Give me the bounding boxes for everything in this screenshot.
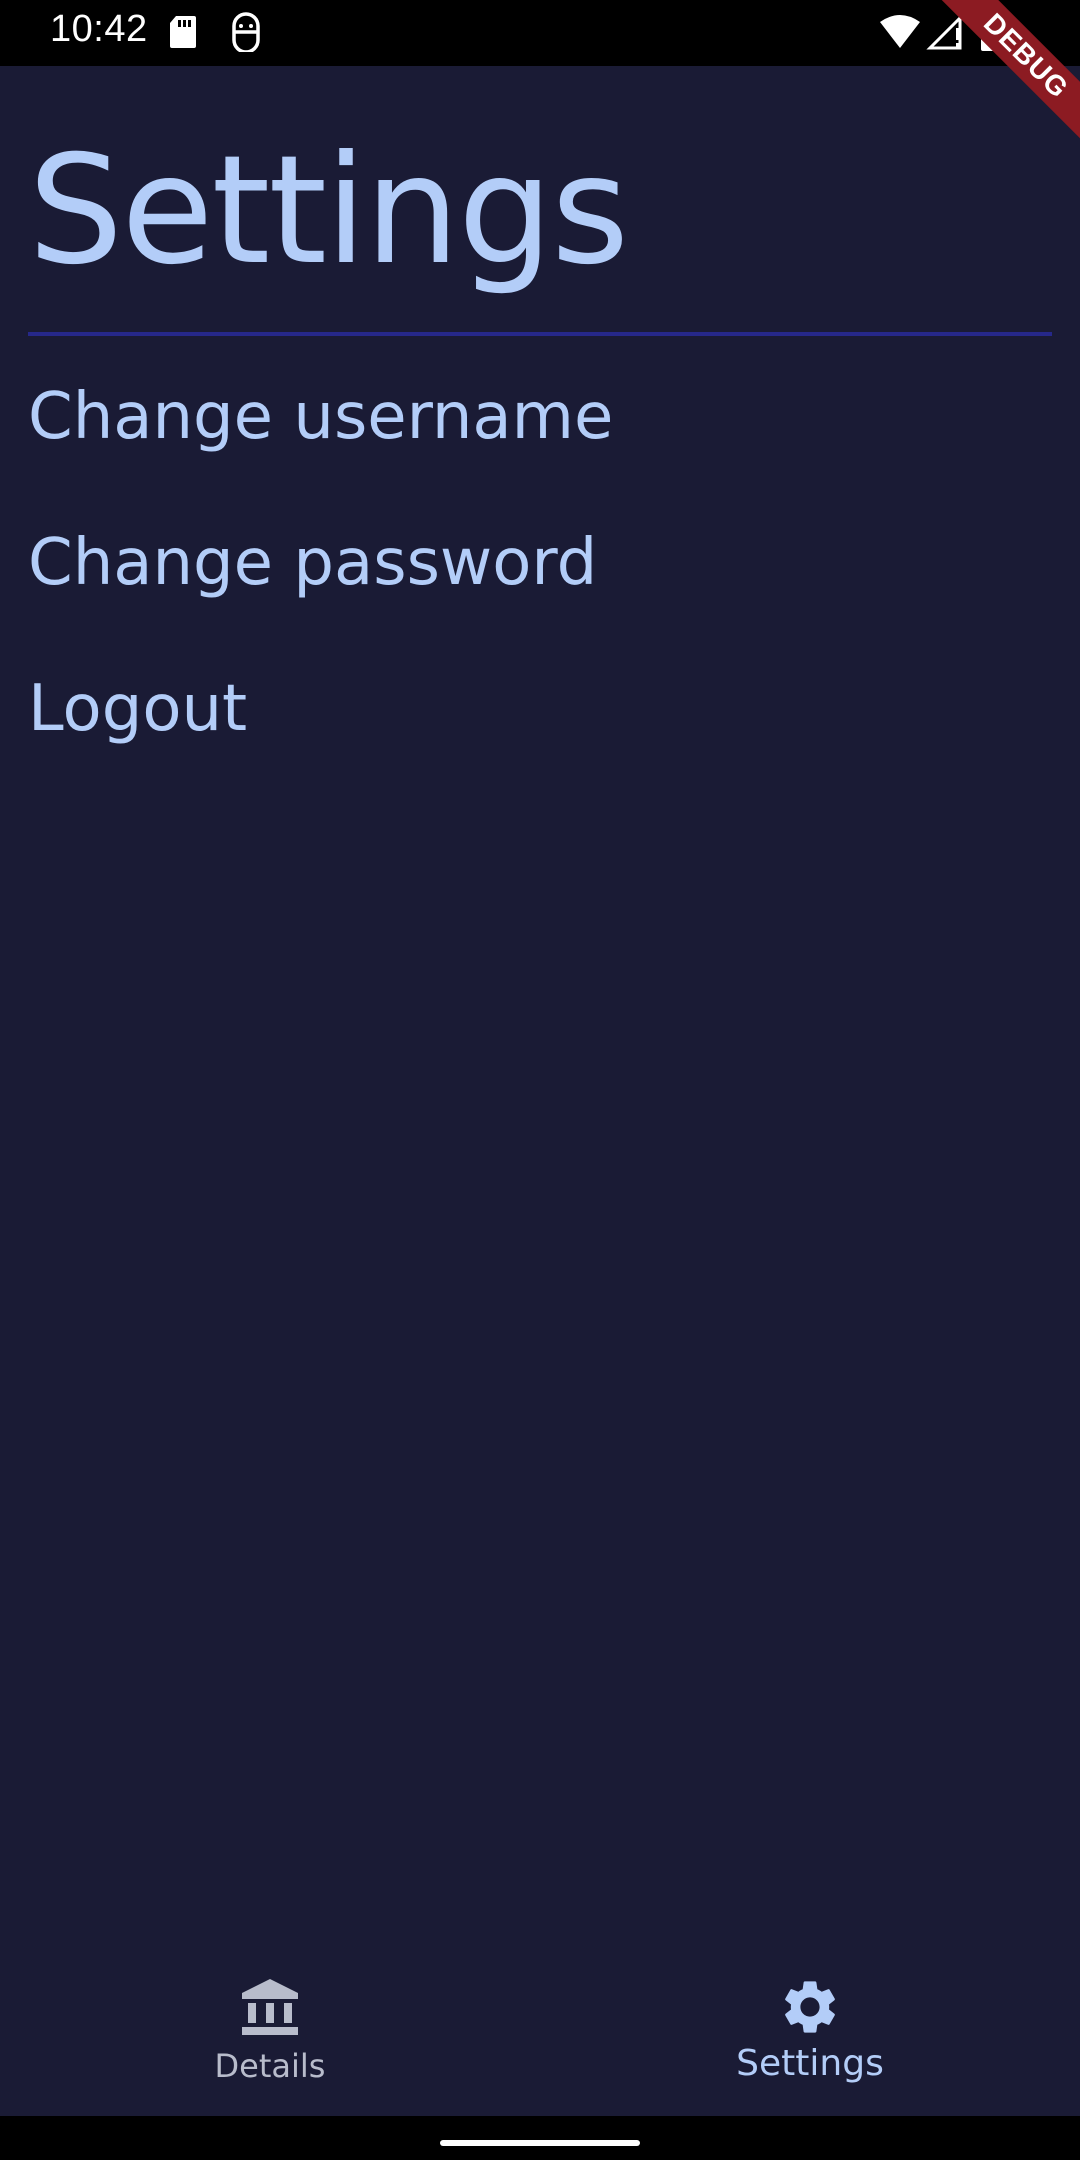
bottom-nav: Details Settings [0, 1950, 1080, 2116]
nav-label-settings: Settings [736, 2043, 884, 2084]
face-icon [232, 12, 260, 52]
change-username-item[interactable]: Change username [28, 362, 613, 472]
logout-item[interactable]: Logout [28, 654, 247, 764]
nav-item-settings[interactable]: Settings [540, 1950, 1080, 2116]
debug-label: DEBUG [919, 0, 1080, 163]
nav-item-details[interactable]: Details [0, 1950, 540, 2116]
debug-ribbon: DEBUG [910, 0, 1080, 170]
change-password-item[interactable]: Change password [28, 508, 597, 618]
title-divider [28, 332, 1052, 336]
screen: 10:42 DEBUG Settings Change username Cha… [0, 0, 1080, 2160]
page-title: Settings [28, 124, 629, 298]
system-nav-bar [0, 2116, 1080, 2160]
gear-icon [785, 1981, 835, 2033]
sdcard-icon [170, 16, 196, 48]
status-time: 10:42 [50, 8, 148, 50]
home-indicator[interactable] [440, 2140, 640, 2146]
nav-label-details: Details [214, 2047, 326, 2085]
bank-icon [242, 1979, 298, 2035]
